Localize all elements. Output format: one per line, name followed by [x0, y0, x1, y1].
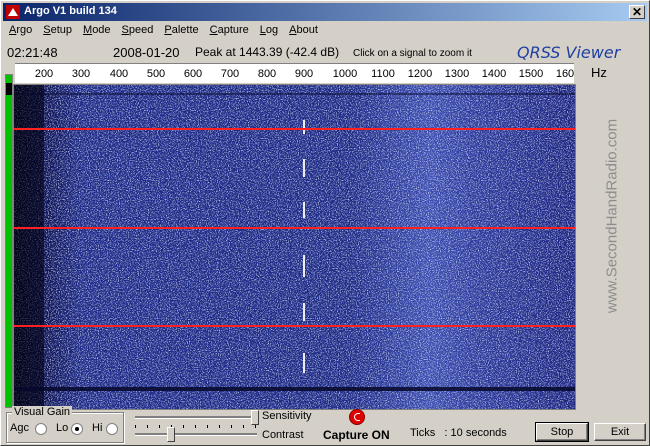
menu-palette[interactable]: Palette: [158, 22, 203, 36]
hi-radio[interactable]: [106, 423, 118, 435]
menu-argo[interactable]: Argo: [3, 22, 37, 36]
clock-time: 02:21:48: [7, 45, 58, 60]
menu-setup[interactable]: Setup: [37, 22, 77, 36]
scale-tick-label: 500: [146, 68, 166, 80]
scale-tick-label: 160: [555, 68, 575, 80]
frequency-scale[interactable]: 200 300 400 500 600 700 800 900 1000 110…: [15, 63, 574, 83]
record-icon: [349, 409, 365, 425]
close-button[interactable]: ✕: [629, 5, 645, 19]
capture-status: Capture ON: [323, 428, 390, 442]
time-marker-line: [14, 227, 575, 229]
scale-tick-label: 1200: [407, 68, 433, 80]
peak-readout: Peak at 1443.39 (-42.4 dB): [195, 45, 340, 59]
time-marker-line: [14, 325, 575, 327]
spectrogram-noise: [14, 85, 575, 409]
watermark: www.SecondHandRadio.com: [597, 91, 627, 341]
zoom-hint: Click on a signal to zoom it: [353, 48, 472, 59]
title-bar[interactable]: Argo V1 build 134 ✕: [3, 3, 647, 21]
scale-tick-label: 400: [109, 68, 129, 80]
contrast-ticks: [135, 425, 257, 428]
qrss-viewer-logo: QRSS Viewer: [517, 43, 621, 62]
sensitivity-thumb[interactable]: [251, 410, 259, 425]
menu-log[interactable]: Log: [254, 22, 283, 36]
scale-tick-label: 1100: [371, 68, 395, 80]
ticks-readout: Ticks : 10 seconds: [410, 427, 507, 439]
scale-tick-label: 300: [71, 68, 91, 80]
menu-mode[interactable]: Mode: [77, 22, 116, 36]
spectrogram[interactable]: [13, 84, 576, 410]
spectrogram-canvas: [14, 85, 575, 409]
level-fill: [6, 95, 12, 407]
scale-tick-label: 800: [257, 68, 277, 80]
window-title: Argo V1 build 134: [24, 5, 117, 17]
spectrogram-dark-band: [14, 387, 575, 391]
contrast-label: Contrast: [262, 429, 304, 441]
scale-tick-label: 1400: [481, 68, 507, 80]
argo-window: Argo V1 build 134 ✕ Argo Setup Mode Speed Pa…: [0, 0, 650, 446]
scale-tick-label: 1500: [518, 68, 544, 80]
scale-tick-label: 1000: [332, 68, 358, 80]
sensitivity-label: Sensitivity: [262, 410, 312, 422]
scale-unit: Hz: [591, 65, 607, 80]
scale-tick-label: 900: [294, 68, 314, 80]
sensitivity-track: [135, 416, 257, 419]
stop-button[interactable]: Stop: [535, 422, 589, 442]
menu-about[interactable]: About: [283, 22, 323, 36]
agc-label: Agc: [10, 422, 29, 434]
hi-label: Hi: [92, 422, 103, 434]
time-marker-line: [14, 128, 575, 130]
lo-radio[interactable]: [71, 423, 83, 435]
clock-date: 2008-01-20: [113, 45, 180, 60]
level-led: [6, 75, 12, 83]
watermark-text: www.SecondHandRadio.com: [603, 118, 621, 314]
contrast-thumb[interactable]: [167, 427, 175, 442]
contrast-track: [135, 433, 257, 436]
agc-radio[interactable]: [35, 423, 47, 435]
app-icon: [6, 5, 20, 19]
scale-tick-label: 600: [183, 68, 203, 80]
spectrogram-dark-band: [14, 93, 575, 95]
menu-capture[interactable]: Capture: [204, 22, 254, 36]
status-line: 02:21:48 2008-01-20 Peak at 1443.39 (-42…: [1, 41, 649, 62]
lo-label: Lo: [56, 422, 69, 434]
scale-tick-label: 700: [220, 68, 240, 80]
scale-tick-label: 1300: [444, 68, 470, 80]
scale-tick-label: 200: [34, 68, 54, 80]
close-icon: ✕: [631, 5, 643, 19]
spectrogram-left-shadow: [14, 85, 44, 409]
visual-gain-label: Visual Gain: [12, 406, 73, 418]
menu-bar: Argo Setup Mode Speed Palette Capture Log About: [3, 22, 647, 40]
menu-speed[interactable]: Speed: [116, 22, 159, 36]
visual-gain-group: Visual Gain Agc Lo Hi: [6, 406, 124, 443]
signal-level-meter: [5, 74, 13, 408]
exit-button[interactable]: Exit: [594, 423, 646, 441]
